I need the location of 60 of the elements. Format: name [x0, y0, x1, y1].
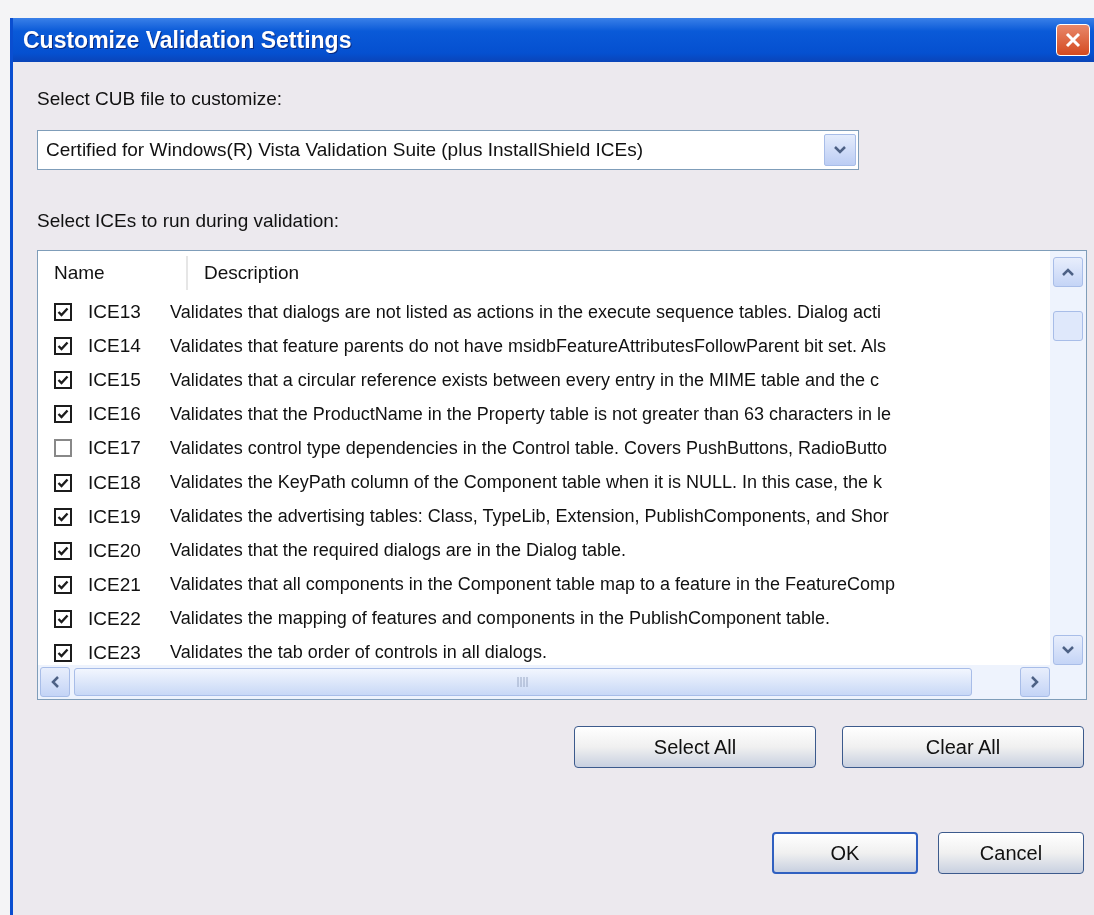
chevron-right-icon: [1030, 675, 1040, 689]
close-button[interactable]: [1056, 24, 1090, 56]
ice-description: Validates the advertising tables: Class, TypeLib, Extension, PublishComponents, and Shor: [170, 506, 889, 528]
ice-name: ICE18: [87, 471, 142, 494]
checkbox[interactable]: [54, 337, 72, 356]
column-header[interactable]: Description: [188, 256, 300, 290]
ice-name: ICE19: [87, 505, 142, 528]
ice-name: ICE20: [87, 539, 142, 562]
checkbox[interactable]: [54, 644, 72, 662]
ice-description: Validates the tab order of controls in all dialogs.: [170, 642, 547, 664]
ices-label: Select ICEs to run during validation:: [37, 210, 340, 231]
checkbox[interactable]: [54, 507, 72, 526]
chevron-down-icon: [1061, 645, 1075, 655]
ice-name: ICE17: [87, 437, 142, 460]
ice-description: Validates that the required dialogs are in the Dialog table.: [170, 540, 626, 562]
ice-name: ICE15: [87, 369, 142, 392]
checkbox[interactable]: [54, 473, 72, 492]
checkbox[interactable]: [54, 575, 72, 594]
ice-description: Validates that dialogs are not listed as actions in the execute sequence tables. Dialog acti: [170, 301, 882, 323]
column-header[interactable]: Name: [38, 256, 188, 290]
scroll-down-button[interactable]: [1053, 635, 1083, 665]
scroll-left-button[interactable]: [40, 667, 70, 697]
ice-description: Validates that a circular reference exists between every entry in the MIME table and the c: [170, 369, 880, 391]
ice-description: Validates that all components in the Component table map to a feature in the FeatureComp: [170, 574, 896, 596]
dialog-button[interactable]: Cancel: [938, 832, 1084, 874]
horizontal-scrollbar[interactable]: [38, 665, 1086, 699]
cub-label: Select CUB file to customize:: [37, 88, 283, 110]
ice-description: Validates that the ProductName in the Property table is not greater than 63 characters in le: [170, 403, 892, 425]
ice-name: ICE22: [87, 607, 142, 630]
ice-name: ICE16: [87, 403, 142, 426]
chevron-up-icon: [1061, 267, 1075, 277]
checkbox[interactable]: [54, 405, 72, 424]
scroll-up-button[interactable]: [1053, 257, 1083, 287]
ice-description: Validates that feature parents do not have msidbFeatureAttributesFollowParent bit set. Als: [170, 335, 887, 357]
checkbox[interactable]: [54, 371, 72, 390]
checkbox[interactable]: [54, 541, 72, 560]
scroll-thumb[interactable]: [1053, 311, 1083, 341]
window-title: Customize Validation Settings: [23, 26, 352, 54]
ice-name: ICE23: [87, 642, 142, 664]
ice-name: ICE14: [87, 335, 142, 358]
vertical-scrollbar[interactable]: [1050, 251, 1086, 665]
ice-description: Validates the mapping of features and components in the PublishComponent table.: [170, 608, 831, 630]
scroll-right-button[interactable]: [1020, 667, 1050, 697]
ice-name: ICE13: [87, 301, 142, 324]
dialog-button[interactable]: OK: [772, 832, 918, 874]
ice-description: Validates the KeyPath column of the Component table when it is NULL. In this case, the k: [170, 472, 883, 493]
checkbox[interactable]: [54, 609, 72, 628]
cub-dropdown[interactable]: Certified for Windows(R) Vista Validation Suite (plus InstallShield ICEs): [37, 130, 859, 170]
checkbox[interactable]: [54, 303, 72, 322]
checkbox[interactable]: [54, 439, 72, 458]
grip-icon: [517, 677, 529, 687]
list-action-button[interactable]: Select All: [574, 726, 816, 768]
dropdown-button[interactable]: [824, 134, 856, 166]
chevron-left-icon: [50, 675, 60, 689]
scroll-thumb[interactable]: [74, 668, 972, 696]
ice-name: ICE21: [87, 573, 142, 596]
list-action-button[interactable]: Clear All: [842, 726, 1084, 768]
ice-description: Validates control type dependencies in the Control table. Covers PushButtons, RadioButto: [170, 437, 888, 459]
chevron-down-icon: [833, 145, 847, 155]
close-icon: [1064, 31, 1082, 49]
